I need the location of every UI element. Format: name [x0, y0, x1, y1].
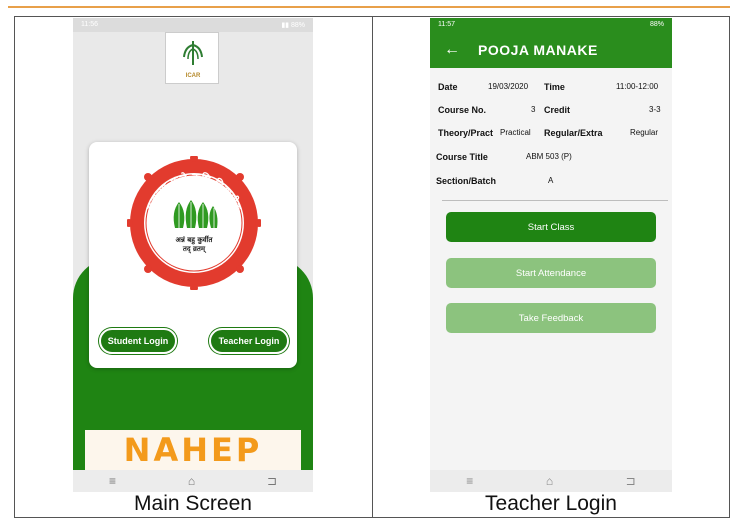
date-label: Date	[438, 82, 458, 92]
status-bar: 11:56 ▮▮ 88%	[73, 18, 313, 32]
android-nav-bar: ≡ ⌂ ⊐	[73, 470, 313, 492]
back-arrow-icon[interactable]: ←	[444, 41, 460, 59]
course-no-label: Course No.	[438, 105, 487, 115]
teacher-screen-phone: 11:57 88% ← POOJA MANAKE Date 19/03/2020…	[430, 18, 672, 492]
course-title-value: ABM 503 (P)	[526, 152, 572, 161]
detail-row: Date 19/03/2020 Time 11:00-12:00	[430, 82, 672, 96]
start-class-button[interactable]: Start Class	[446, 212, 656, 242]
battery-level: 88%	[649, 21, 664, 28]
status-bar: 11:57 88%	[430, 18, 672, 32]
back-nav-icon[interactable]: ⊐	[626, 474, 636, 488]
menu-icon[interactable]: ≡	[466, 474, 473, 488]
time-label: Time	[544, 82, 565, 92]
detail-row: Course No. 3 Credit 3-3	[430, 105, 672, 119]
detail-row: Theory/Pract Practical Regular/Extra Reg…	[430, 128, 672, 142]
start-attendance-button[interactable]: Start Attendance	[446, 258, 656, 288]
home-icon[interactable]: ⌂	[188, 474, 195, 488]
section-label: Section/Batch	[436, 176, 497, 186]
section-value: A	[548, 176, 554, 185]
nahep-logo: NAHEP	[85, 430, 301, 470]
caption-teacher-login: Teacher Login	[485, 492, 617, 515]
course-title-label: Course Title	[436, 152, 488, 162]
student-login-button[interactable]: Student Login	[99, 328, 177, 354]
time-value: 11:00-12:00	[616, 82, 659, 91]
main-screen-phone: 11:56 ▮▮ 88% ICAR अन्नं बहु कुर्वीत तद् …	[73, 18, 313, 492]
home-icon[interactable]: ⌂	[546, 474, 553, 488]
regular-label: Regular/Extra	[544, 128, 603, 138]
icar-label: ICAR	[185, 73, 201, 79]
caption-main-screen: Main Screen	[134, 492, 252, 515]
divider	[442, 200, 668, 201]
theory-value: Practical	[500, 128, 531, 137]
date-value: 19/03/2020	[488, 82, 529, 91]
university-seal-icon: अन्नं बहु कुर्वीत तद् व्रतम् महात्मा फुल…	[127, 156, 261, 290]
credit-value: 3-3	[649, 105, 661, 114]
detail-row: Course Title ABM 503 (P)	[430, 152, 672, 166]
back-nav-icon[interactable]: ⊐	[267, 474, 277, 488]
theory-label: Theory/Pract	[438, 128, 494, 138]
regular-value: Regular	[630, 128, 659, 137]
login-card: अन्नं बहु कुर्वीत तद् व्रतम् महात्मा फुल…	[89, 142, 297, 368]
page-title: POOJA MANAKE	[478, 42, 598, 58]
android-nav-bar: ≡ ⌂ ⊐	[430, 470, 672, 492]
status-time: 11:57	[438, 21, 455, 28]
course-no-value: 3	[531, 105, 536, 114]
seal-motto-2: तद् व्रतम्	[182, 245, 207, 253]
figure-frame: 11:56 ▮▮ 88% ICAR अन्नं बहु कुर्वीत तद् …	[0, 0, 733, 523]
credit-label: Credit	[544, 105, 571, 115]
wheat-icon	[183, 41, 203, 65]
seal-motto-1: अन्नं बहु कुर्वीत	[176, 235, 214, 245]
detail-row: Section/Batch A	[430, 176, 672, 190]
menu-icon[interactable]: ≡	[109, 474, 116, 488]
icar-logo: ICAR	[165, 32, 219, 84]
take-feedback-button[interactable]: Take Feedback	[446, 303, 656, 333]
teacher-login-button[interactable]: Teacher Login	[209, 328, 289, 354]
nahep-logo-text: NAHEP	[123, 431, 263, 469]
app-bar: ← POOJA MANAKE	[430, 32, 672, 68]
top-rule	[8, 6, 730, 8]
